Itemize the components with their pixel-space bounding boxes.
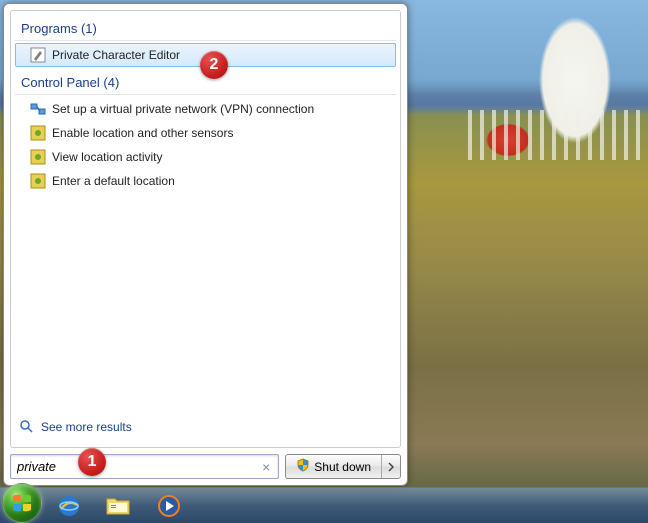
result-enter-default-location[interactable]: Enter a default location xyxy=(15,169,396,193)
result-label: Enable location and other sensors xyxy=(52,126,233,140)
network-icon xyxy=(30,101,46,117)
annotation-badge-1: 1 xyxy=(78,448,106,476)
start-menu-bottom-row: × Shut down xyxy=(10,454,401,479)
windows-logo-icon xyxy=(11,492,33,514)
media-player-icon xyxy=(156,493,182,519)
clear-search-icon[interactable]: × xyxy=(260,459,272,475)
result-label: View location activity xyxy=(52,150,163,164)
chevron-right-icon xyxy=(388,462,394,472)
ie-icon xyxy=(56,493,82,519)
editor-icon xyxy=(30,47,46,63)
start-button[interactable] xyxy=(2,483,42,523)
shutdown-label: Shut down xyxy=(314,460,371,474)
search-input[interactable] xyxy=(17,459,260,474)
taskbar-explorer-button[interactable] xyxy=(96,491,142,521)
shutdown-button[interactable]: Shut down xyxy=(286,455,382,478)
shield-icon xyxy=(296,458,310,475)
result-vpn-connection[interactable]: Set up a virtual private network (VPN) c… xyxy=(15,97,396,121)
result-label: Set up a virtual private network (VPN) c… xyxy=(52,102,314,116)
section-header-programs: Programs (1) xyxy=(15,17,396,41)
search-icon xyxy=(19,419,35,435)
wallpaper-fence xyxy=(468,110,648,160)
sensor-icon xyxy=(30,149,46,165)
sensor-icon xyxy=(30,125,46,141)
result-enable-location-sensors[interactable]: Enable location and other sensors xyxy=(15,121,396,145)
result-label: Private Character Editor xyxy=(52,48,180,62)
folder-icon xyxy=(105,494,133,518)
sensor-icon xyxy=(30,173,46,189)
shutdown-button-group: Shut down xyxy=(285,454,401,479)
taskbar-ie-button[interactable] xyxy=(46,491,92,521)
see-more-results-link[interactable]: See more results xyxy=(15,413,396,441)
see-more-label: See more results xyxy=(41,420,132,434)
result-view-location-activity[interactable]: View location activity xyxy=(15,145,396,169)
results-spacer xyxy=(15,193,396,413)
result-label: Enter a default location xyxy=(52,174,175,188)
taskbar xyxy=(0,487,648,523)
shutdown-options-button[interactable] xyxy=(382,455,400,478)
taskbar-media-player-button[interactable] xyxy=(146,491,192,521)
search-box[interactable]: × xyxy=(10,454,279,479)
annotation-badge-2: 2 xyxy=(200,51,228,79)
